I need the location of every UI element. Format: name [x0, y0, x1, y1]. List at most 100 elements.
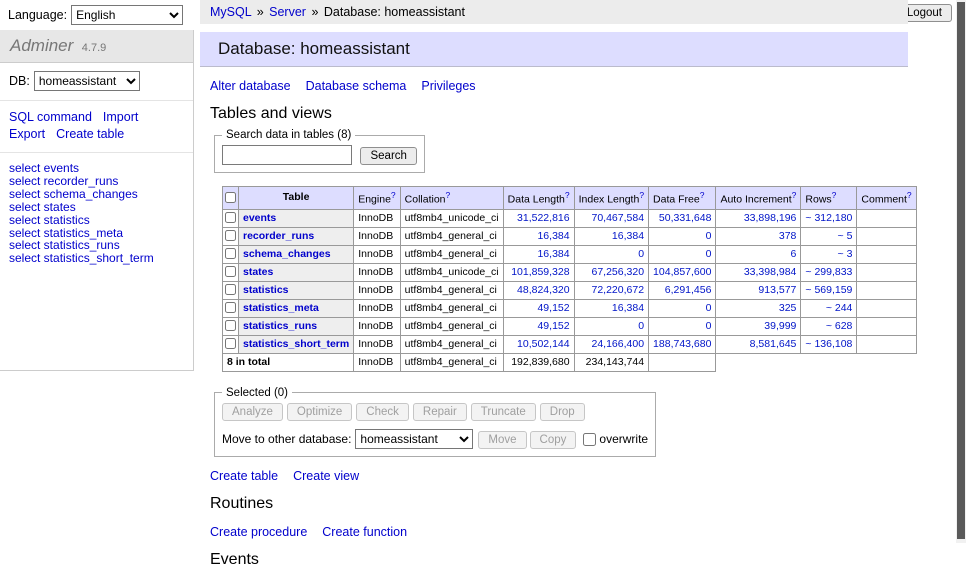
rows-count-link[interactable]: ~ 312,180 [805, 212, 852, 224]
data-length-cell: 48,824,320 [503, 281, 574, 299]
sidebar-action-sql-command[interactable]: SQL command [9, 110, 92, 124]
repair-button[interactable]: Repair [413, 403, 467, 421]
privileges-link[interactable]: Privileges [421, 79, 475, 93]
truncate-button[interactable]: Truncate [471, 403, 536, 421]
row-select-cell [223, 263, 239, 281]
rows-count-link[interactable]: ~ 628 [826, 320, 853, 332]
table-name-cell: statistics_runs [239, 317, 354, 335]
sidebar-table-link[interactable]: select statistics [9, 214, 193, 227]
language-select[interactable]: English [71, 5, 183, 25]
row-checkbox[interactable] [225, 212, 236, 223]
sidebar-action-import[interactable]: Import [103, 110, 138, 124]
table-name-link[interactable]: schema_changes [243, 248, 331, 260]
data-free-cell: 0 [649, 245, 716, 263]
search-button[interactable]: Search [360, 147, 416, 165]
search-input[interactable] [222, 145, 352, 165]
create-table-link[interactable]: Create table [210, 469, 278, 483]
table-name-link[interactable]: statistics [243, 284, 289, 296]
data-free-cell: 50,331,648 [649, 209, 716, 227]
create-view-link[interactable]: Create view [293, 469, 359, 483]
engine-cell: InnoDB [354, 209, 400, 227]
create-links-row: Create table Create view [210, 469, 908, 483]
breadcrumb-mysql-link[interactable]: MySQL [210, 5, 251, 19]
row-checkbox[interactable] [225, 320, 236, 331]
row-checkbox[interactable] [225, 248, 236, 259]
breadcrumb-separator: » [311, 5, 318, 19]
rows-count-link[interactable]: ~ 244 [826, 302, 853, 314]
column-help-link[interactable]: ? [391, 190, 396, 200]
language-bar: Language:English [8, 5, 183, 25]
check-button[interactable]: Check [356, 403, 409, 421]
column-help-link[interactable]: ? [565, 190, 570, 200]
rows-count-link[interactable]: ~ 136,108 [805, 338, 852, 350]
table-name-cell: statistics [239, 281, 354, 299]
rows-count-link[interactable]: ~ 3 [838, 248, 853, 260]
row-checkbox[interactable] [225, 266, 236, 277]
table-name-link[interactable]: statistics_runs [243, 320, 317, 332]
copy-button[interactable]: Copy [530, 431, 577, 449]
collation-cell: utf8mb4_general_ci [400, 245, 503, 263]
scrollbar[interactable] [956, 0, 966, 543]
sidebar-tables-list: select eventsselect recorder_runsselect … [0, 153, 193, 265]
sidebar-table-link[interactable]: select events [9, 162, 193, 175]
sidebar-table-link[interactable]: select states [9, 201, 193, 214]
table-row: schema_changesInnoDButf8mb4_general_ci16… [223, 245, 917, 263]
row-checkbox[interactable] [225, 284, 236, 295]
drop-button[interactable]: Drop [540, 403, 585, 421]
sidebar-table-link[interactable]: select statistics_short_term [9, 252, 193, 265]
column-help-link[interactable]: ? [832, 190, 837, 200]
column-help-link[interactable]: ? [700, 190, 705, 200]
row-checkbox[interactable] [225, 302, 236, 313]
create-function-link[interactable]: Create function [322, 525, 407, 539]
sidebar-actions: SQL command Import Export Create table [0, 101, 193, 153]
rows-count-link[interactable]: ~ 5 [838, 230, 853, 242]
column-help-link[interactable]: ? [792, 190, 797, 200]
engine-cell: InnoDB [354, 263, 400, 281]
create-procedure-link[interactable]: Create procedure [210, 525, 307, 539]
table-name-link[interactable]: statistics_meta [243, 302, 319, 314]
main-content: MySQL » Server » Database: homeassistant… [200, 0, 908, 569]
optimize-button[interactable]: Optimize [287, 403, 352, 421]
row-checkbox[interactable] [225, 338, 236, 349]
move-label: Move to other database: [222, 432, 351, 446]
sidebar-table-link[interactable]: select schema_changes [9, 188, 193, 201]
rows-count-link[interactable]: ~ 299,833 [805, 266, 852, 278]
overwrite-label: overwrite [599, 432, 648, 446]
move-db-select[interactable]: homeassistant [355, 429, 473, 449]
column-help-link[interactable]: ? [446, 190, 451, 200]
breadcrumb-separator: » [257, 5, 264, 19]
move-button[interactable]: Move [478, 431, 526, 449]
column-header-collation: Collation? [400, 187, 503, 210]
db-select[interactable]: homeassistant [34, 71, 140, 91]
rows-count-link[interactable]: ~ 569,159 [805, 284, 852, 296]
database-schema-link[interactable]: Database schema [306, 79, 407, 93]
table-name-link[interactable]: recorder_runs [243, 230, 314, 242]
column-help-link[interactable]: ? [907, 190, 912, 200]
select-all-checkbox[interactable] [225, 192, 236, 203]
column-header-table: Table [239, 187, 354, 210]
column-help-link[interactable]: ? [639, 190, 644, 200]
sidebar-action-create-table[interactable]: Create table [56, 127, 124, 141]
alter-database-link[interactable]: Alter database [210, 79, 291, 93]
sidebar-table-link[interactable]: select recorder_runs [9, 175, 193, 188]
breadcrumb-server-link[interactable]: Server [269, 5, 306, 19]
table-name-link[interactable]: statistics_short_term [243, 338, 349, 350]
engine-cell: InnoDB [354, 245, 400, 263]
total-data-length-cell: 192,839,680 [503, 353, 574, 371]
selected-buttons-row: AnalyzeOptimizeCheckRepairTruncateDrop [222, 403, 648, 421]
scrollbar-thumb[interactable] [957, 2, 965, 539]
routine-links-row: Create procedure Create function [210, 525, 908, 539]
sidebar-action-export[interactable]: Export [9, 127, 45, 141]
overwrite-checkbox[interactable] [583, 433, 596, 446]
comment-cell [857, 245, 916, 263]
collation-cell: utf8mb4_general_ci [400, 317, 503, 335]
comment-cell [857, 227, 916, 245]
analyze-button[interactable]: Analyze [222, 403, 283, 421]
table-name-link[interactable]: events [243, 212, 276, 224]
index-length-cell: 0 [574, 245, 648, 263]
data-free-cell: 0 [649, 299, 716, 317]
total-index-length-cell: 234,143,744 [574, 353, 648, 371]
table-name-link[interactable]: states [243, 266, 273, 278]
search-legend: Search data in tables (8) [222, 129, 355, 141]
row-checkbox[interactable] [225, 230, 236, 241]
